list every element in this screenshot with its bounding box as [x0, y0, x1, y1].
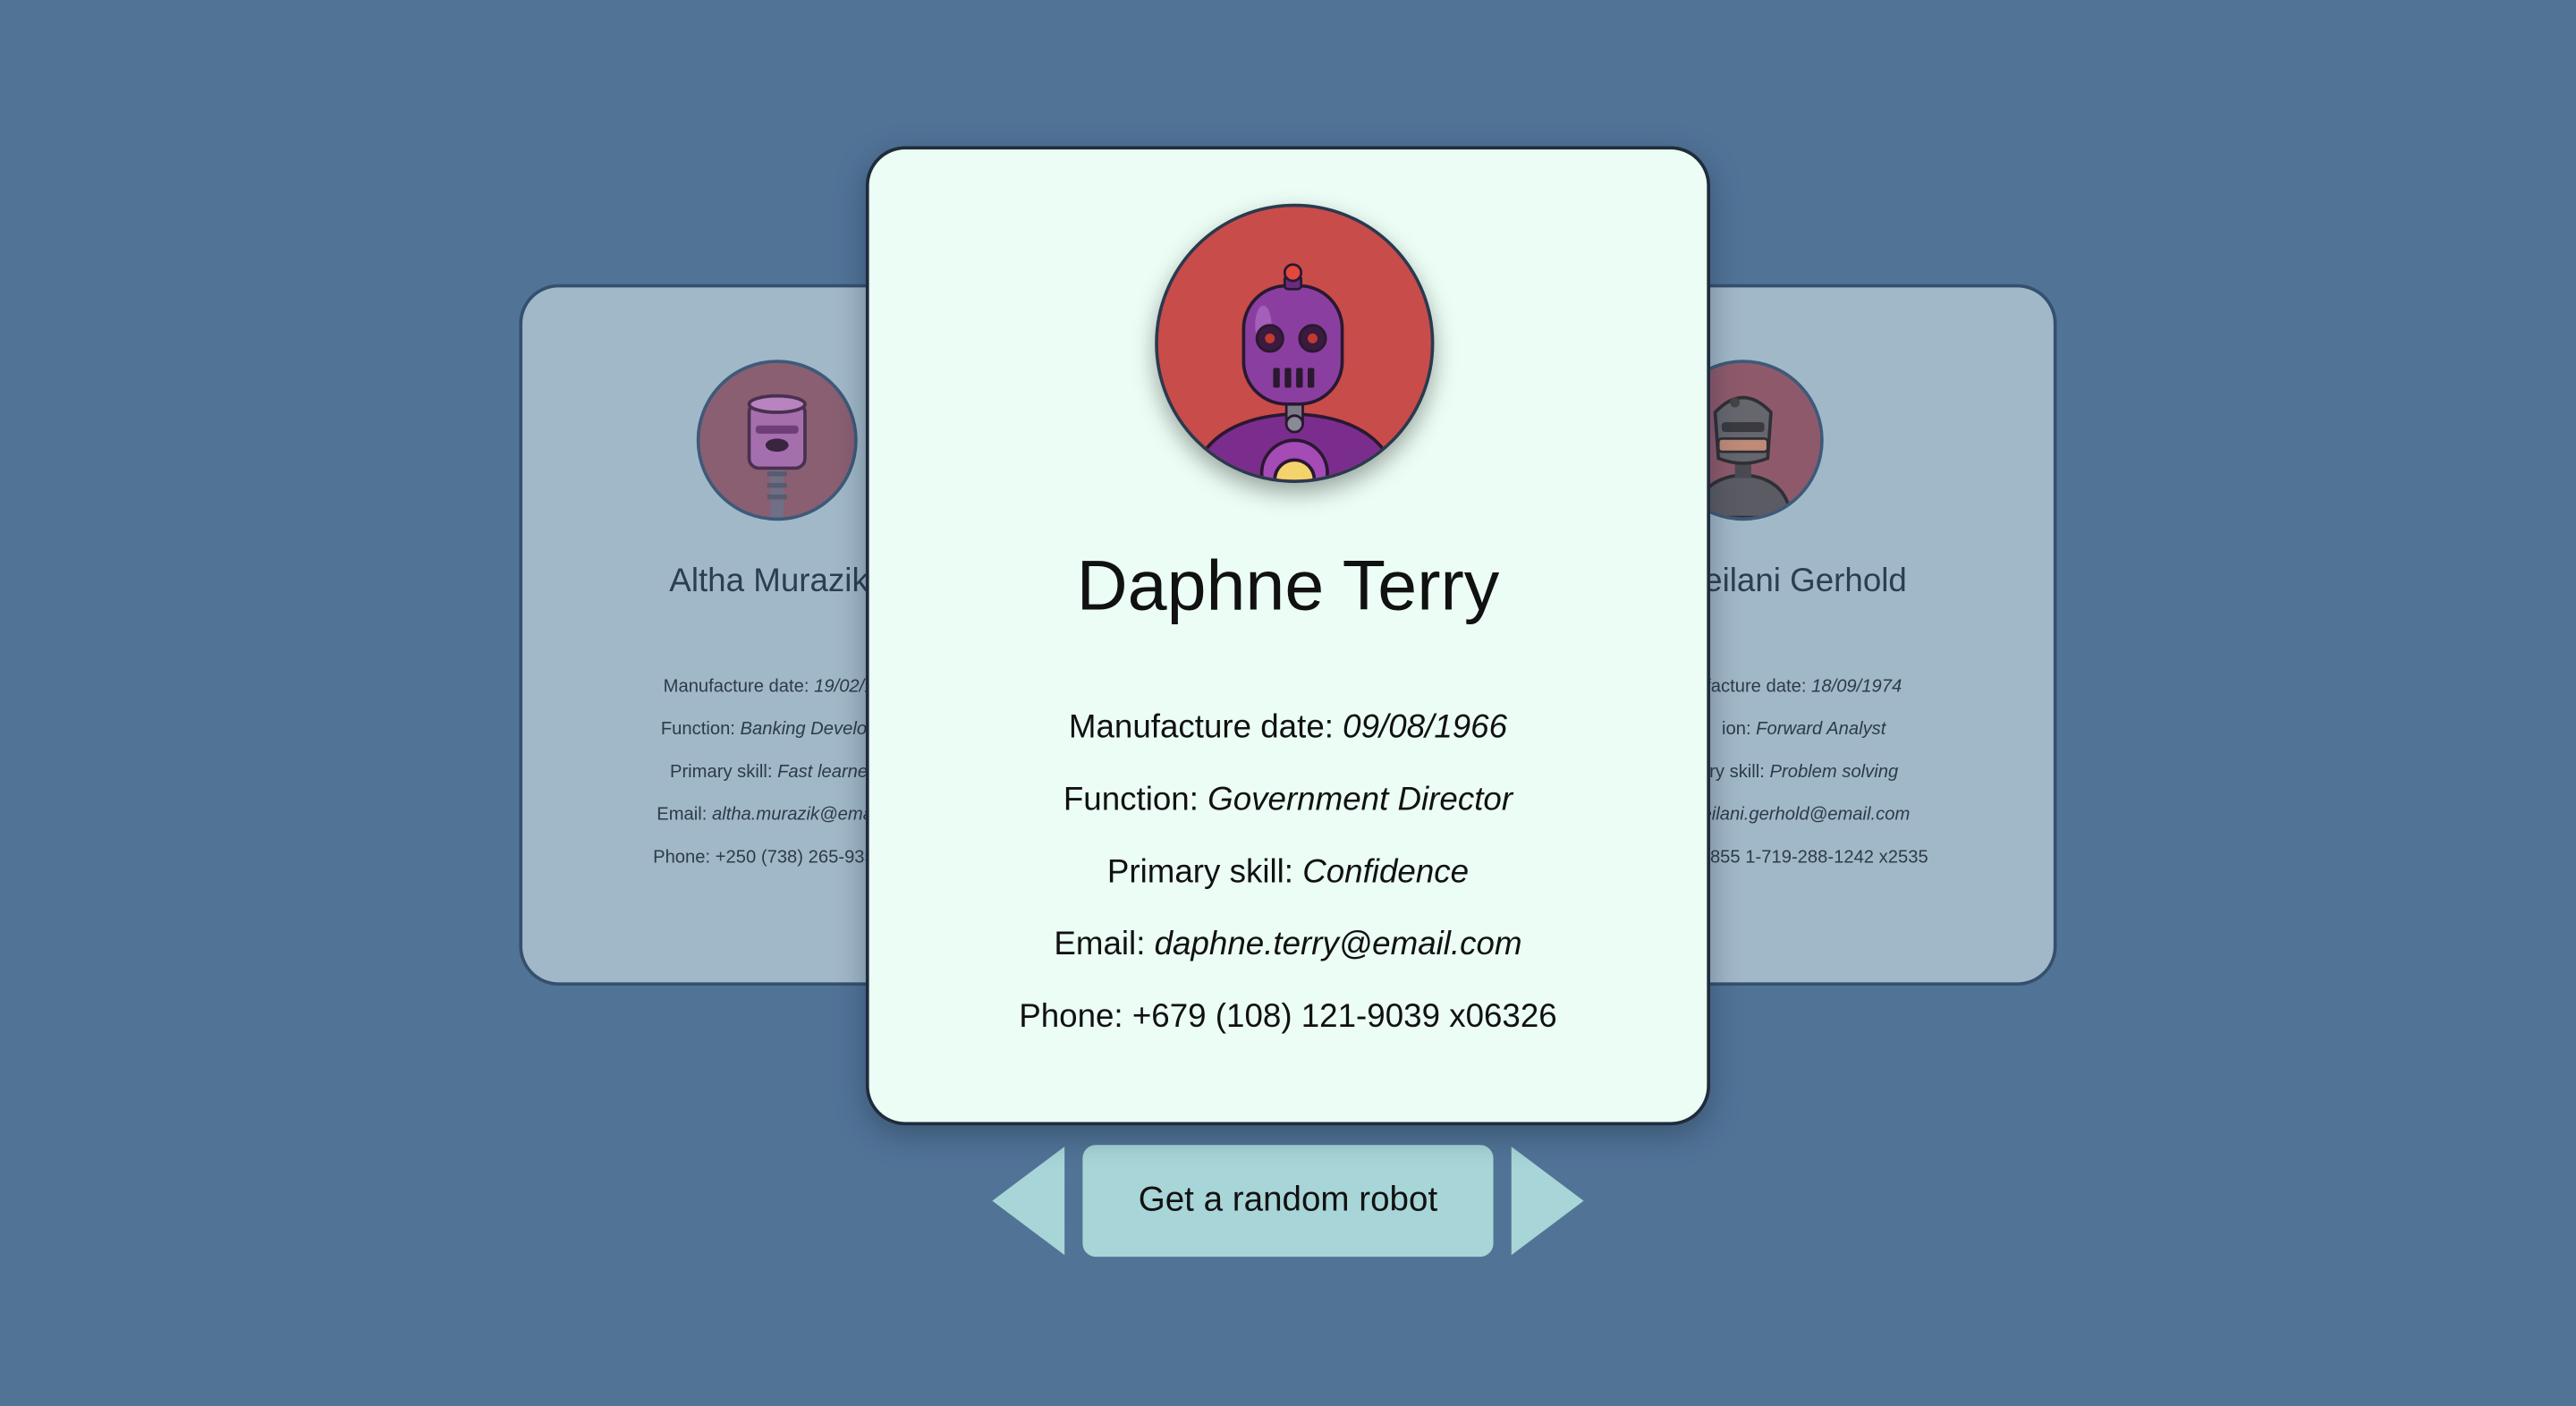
primary-skill-value: Confidence: [1302, 854, 1470, 891]
robot-avatar-icon: [1155, 203, 1435, 483]
function-value: Government Director: [1208, 782, 1513, 818]
primary-skill-value: Fast learne: [777, 762, 869, 783]
primary-skill-label: ry skill:: [1709, 762, 1770, 783]
robot-card-current: Daphne Terry Manufacture date: 09/08/196…: [865, 146, 1711, 1126]
manufacture-date-label: Manufacture date:: [1068, 709, 1343, 746]
primary-skill-label: Primary skill:: [1106, 854, 1303, 891]
manufacture-date-value: 09/08/1966: [1343, 709, 1508, 746]
robot-avatar-icon: [696, 360, 858, 521]
email-value: altha.murazik@email: [711, 804, 881, 826]
carousel-stage: Altha Murazik Manufacture date: 19/02/1 …: [0, 0, 2576, 1406]
function-label: Function:: [1063, 782, 1208, 818]
robot-avatar-left-svg: [699, 362, 855, 518]
robot-details: Manufacture date: 09/08/1966 Function: G…: [869, 708, 1707, 1070]
manufacture-date-label: facture date:: [1706, 676, 1812, 697]
manufacture-date-label: Manufacture date:: [663, 676, 815, 697]
email-label: Email:: [657, 804, 712, 826]
phone-line: Phone: +679 (108) 121-9039 x06326: [1019, 998, 1557, 1036]
email-label: Email:: [1054, 926, 1155, 963]
email-value: leilani.gerhold@email.com: [1698, 804, 1911, 826]
email-value: daphne.terry@email.com: [1154, 926, 1522, 963]
function-value: Banking Develop: [740, 719, 877, 740]
function-label: ion:: [1721, 719, 1757, 740]
random-robot-button[interactable]: Get a random robot: [1082, 1145, 1494, 1258]
function-label: Function:: [660, 719, 741, 740]
triangle-right-icon[interactable]: [1511, 1147, 1584, 1256]
triangle-left-icon[interactable]: [992, 1147, 1065, 1256]
primary-skill-value: Problem solving: [1769, 762, 1899, 783]
robot-avatar-main-svg: [1157, 207, 1431, 480]
function-line: Function: Government Director: [869, 780, 1707, 852]
primary-skill-label: Primary skill:: [669, 762, 778, 783]
primary-skill-line: Primary skill: Confidence: [869, 852, 1707, 925]
robot-name: Daphne Terry: [1076, 546, 1500, 626]
email-line: Email: daphne.terry@email.com: [869, 925, 1707, 997]
function-value: Forward Analyst: [1756, 719, 1886, 740]
manufacture-date-line: Manufacture date: 09/08/1966: [869, 708, 1707, 781]
manufacture-date-value: 18/09/1974: [1811, 676, 1902, 697]
